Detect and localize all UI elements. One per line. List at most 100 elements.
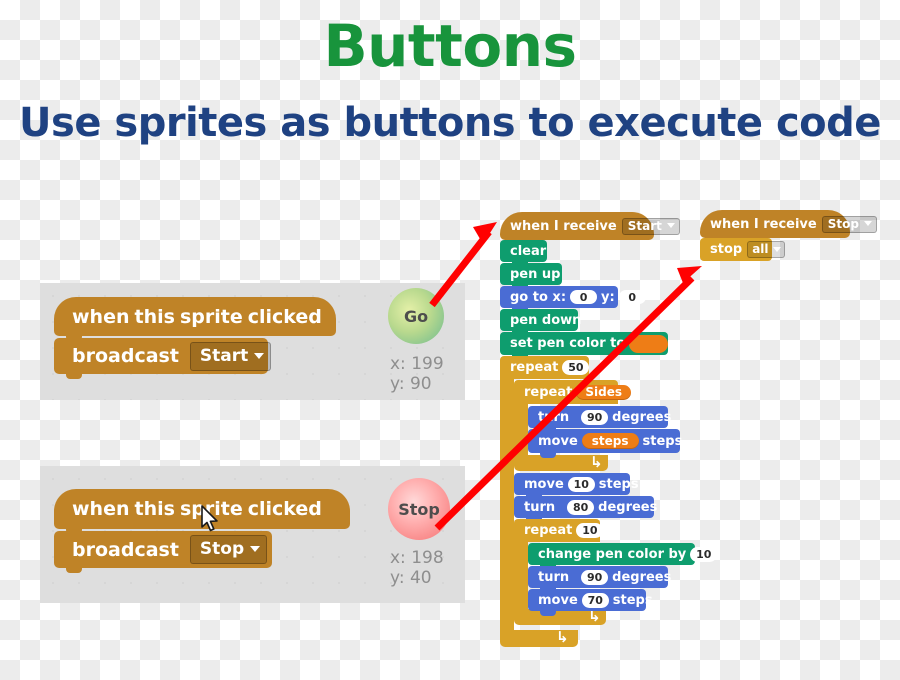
turn-suffix: degrees [612, 409, 672, 425]
mouse-pointer-icon [201, 505, 218, 532]
broadcast-message-dropdown-stop[interactable]: Stop [189, 535, 268, 564]
stop-label: stop [710, 242, 743, 257]
chevron-down-icon [772, 246, 781, 252]
goto-prefix: go to x: [510, 289, 567, 305]
block-go-to-xy[interactable]: go to x: 0 y: 0 [500, 286, 646, 313]
turn-suffix: degrees [598, 499, 658, 515]
variable-sides[interactable]: Sides [576, 384, 631, 400]
move-suffix: steps [612, 592, 653, 608]
sprite-button-stop-label: Stop [398, 499, 440, 519]
block-word: when [72, 305, 130, 328]
block-move-70-steps[interactable]: move 70 steps [528, 589, 653, 616]
loop-arrow-icon: ↳ [556, 628, 569, 646]
turn-degrees-input[interactable]: 80 [567, 499, 595, 515]
repeat-50-input[interactable]: 50 [562, 360, 590, 375]
block-word: this [134, 498, 175, 520]
block-turn-90-degrees-b[interactable]: turn 90 degrees [528, 566, 672, 593]
chevron-down-icon [863, 221, 872, 226]
goto-mid: y: [601, 289, 615, 305]
move-prefix: move [524, 476, 564, 492]
block-label: pen down [510, 312, 582, 328]
broadcast-message-value: Stop [199, 539, 245, 559]
sprite-stop-coordinates: x: 198 y: 40 [390, 548, 444, 588]
block-word: when [72, 498, 130, 520]
block-turn-80-degrees[interactable]: turn 80 degrees [514, 496, 658, 523]
chevron-down-icon [254, 352, 265, 359]
repeat-10-spine [514, 542, 528, 609]
move-suffix: steps [598, 476, 639, 492]
turn-prefix: turn [538, 409, 570, 425]
block-label: pen up [510, 266, 561, 282]
block-when-i-receive-start[interactable]: when I receive Start [500, 212, 680, 245]
goto-y-input[interactable]: 0 [618, 290, 646, 304]
variable-steps[interactable]: steps [581, 433, 639, 449]
loop-arrow-icon: ↳ [588, 607, 601, 625]
sprite-go-y: y: 90 [390, 374, 432, 394]
repeat-label: repeat [524, 523, 573, 538]
block-label: change pen color by [538, 546, 687, 562]
block-broadcast-start[interactable]: broadcast Start [54, 338, 272, 379]
block-stop-all[interactable]: stop all [700, 238, 785, 261]
sprite-button-go-label: Go [403, 306, 429, 326]
chevron-down-icon [666, 223, 675, 228]
block-repeat-sides[interactable]: repeat Sides [514, 380, 631, 404]
repeat-10-input[interactable]: 10 [576, 523, 604, 538]
repeat-50-spine [500, 379, 514, 630]
broadcast-message-value: Start [199, 345, 249, 366]
when-i-receive-prefix: when I receive [710, 216, 817, 232]
move-prefix: move [538, 592, 578, 608]
block-when-i-receive-stop[interactable]: when I receive Stop [700, 210, 877, 243]
move-70-input[interactable]: 70 [581, 592, 609, 608]
block-change-pen-color-by[interactable]: change pen color by 10 [528, 543, 718, 570]
loop-arrow-icon: ↳ [590, 453, 603, 471]
receive-message-value: Stop [827, 216, 859, 231]
block-pen-down[interactable]: pen down [500, 309, 582, 336]
move-suffix: steps [642, 433, 683, 449]
turn-prefix: turn [524, 499, 556, 515]
sprite-button-stop[interactable]: Stop [388, 478, 450, 540]
page-subtitle: Use sprites as buttons to execute code [19, 100, 881, 146]
sprite-go-x: x: 199 [390, 354, 444, 374]
stop-target-dropdown[interactable]: all [747, 241, 785, 258]
change-pen-color-input[interactable]: 10 [690, 546, 718, 562]
chevron-down-icon [250, 546, 261, 552]
move-prefix: move [538, 433, 578, 449]
block-pen-up[interactable]: pen up [500, 263, 562, 290]
stop-target-value: all [752, 242, 769, 256]
block-word: clicked [247, 498, 322, 520]
turn-prefix: turn [538, 569, 570, 585]
receive-message-dropdown-stop[interactable]: Stop [821, 215, 877, 233]
block-broadcast-stop[interactable]: broadcast Stop [54, 531, 272, 573]
goto-x-input[interactable]: 0 [570, 290, 598, 304]
block-clear[interactable]: clear [500, 240, 547, 267]
turn-suffix: degrees [612, 569, 672, 585]
broadcast-label: broadcast [72, 538, 179, 561]
block-repeat-10[interactable]: repeat 10 [514, 519, 604, 542]
block-when-this-sprite-clicked-go[interactable]: when this sprite clicked [54, 297, 336, 341]
page-title: Buttons [323, 12, 577, 80]
block-word: clicked [247, 305, 322, 328]
repeat-label: repeat [524, 384, 573, 400]
sprite-go-coordinates: x: 199 y: 90 [390, 354, 444, 394]
block-label: clear [510, 243, 547, 259]
sprite-stop-x: x: 198 [390, 548, 444, 568]
block-label: set pen color to [510, 336, 626, 351]
move-10-input[interactable]: 10 [567, 476, 595, 492]
block-move-steps-var[interactable]: move steps steps [528, 429, 683, 458]
when-i-receive-prefix: when I receive [510, 218, 617, 234]
block-word: sprite [179, 305, 243, 328]
pen-color-swatch[interactable] [629, 334, 668, 353]
block-set-pen-color[interactable]: set pen color to [500, 332, 668, 360]
sprite-stop-y: y: 40 [390, 568, 432, 588]
repeat-sides-spine [514, 404, 528, 455]
block-repeat-50[interactable]: repeat 50 [500, 356, 590, 379]
turn-degrees-input[interactable]: 90 [581, 409, 609, 425]
receive-message-dropdown-start[interactable]: Start [621, 217, 680, 235]
block-move-10-steps[interactable]: move 10 steps [514, 473, 639, 500]
receive-message-value: Start [627, 218, 662, 233]
broadcast-label: broadcast [72, 345, 179, 367]
block-turn-90-degrees-a[interactable]: turn 90 degrees [528, 406, 672, 433]
turn-degrees-input[interactable]: 90 [581, 569, 609, 585]
sprite-button-go[interactable]: Go [388, 288, 444, 344]
broadcast-message-dropdown-go[interactable]: Start [189, 341, 272, 371]
